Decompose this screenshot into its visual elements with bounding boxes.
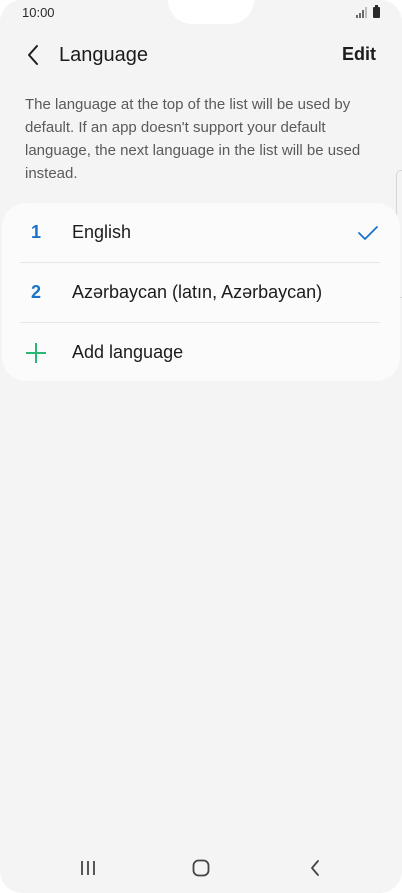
language-label: English	[72, 222, 132, 242]
recents-icon	[81, 861, 95, 875]
back-button[interactable]	[18, 40, 48, 70]
nav-back-button[interactable]	[295, 851, 335, 885]
language-item-azerbaijani[interactable]: 2 Azərbaycan (latın, Azərbaycan)	[2, 263, 400, 322]
home-button[interactable]	[181, 851, 221, 885]
language-settings-screen: 10:00 Language Edit The language at the …	[0, 0, 402, 893]
home-icon	[192, 859, 210, 877]
add-language-label: Add language	[72, 342, 184, 362]
language-list: 1 English 2 Azərbaycan (latın, Azərbayca…	[2, 203, 400, 381]
language-number: 2	[31, 282, 42, 302]
status-icons	[356, 5, 380, 18]
language-item-english[interactable]: 1 English	[2, 203, 400, 262]
signal-icon	[356, 7, 369, 18]
status-bar: 10:00	[0, 0, 402, 26]
page-title: Language	[59, 44, 148, 66]
status-time: 10:00	[22, 5, 55, 20]
battery-icon	[373, 5, 380, 18]
language-number: 1	[31, 222, 42, 242]
recents-button[interactable]	[68, 851, 108, 885]
edit-button[interactable]: Edit	[342, 44, 376, 65]
language-label: Azərbaycan (latın, Azərbaycan)	[72, 282, 323, 302]
nav-back-icon	[311, 860, 319, 876]
camera-notch	[168, 0, 254, 24]
chevron-left-icon	[28, 45, 38, 65]
description-text: The language at the top of the list will…	[25, 96, 361, 182]
navigation-bar	[0, 843, 402, 893]
plus-icon	[26, 342, 46, 363]
add-language-button[interactable]: Add language	[2, 323, 400, 382]
check-icon	[358, 225, 378, 240]
app-header: Language Edit	[0, 38, 402, 74]
